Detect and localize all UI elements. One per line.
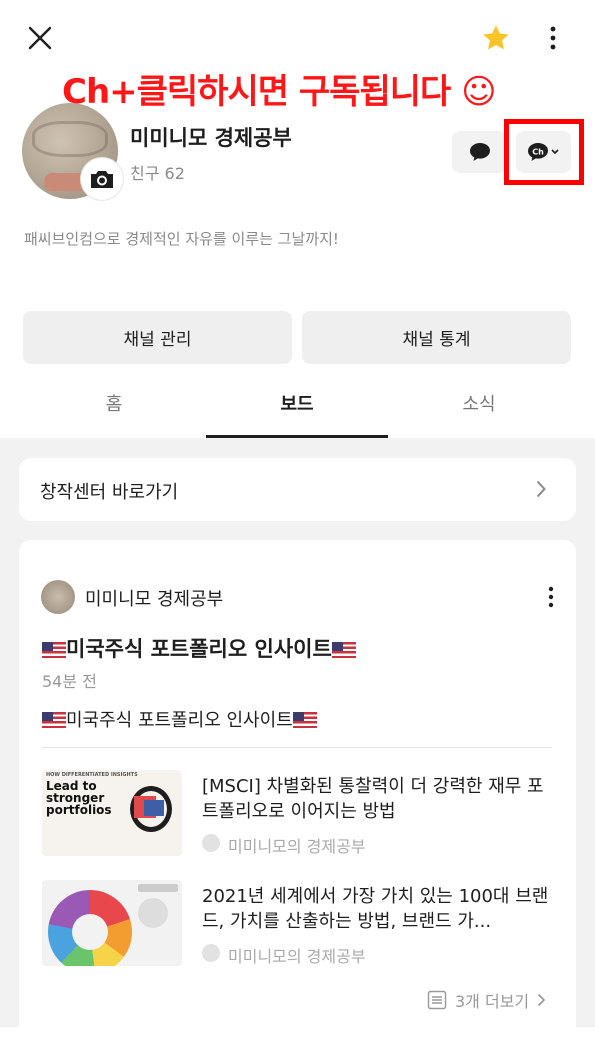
us-flag-icon [42, 642, 66, 658]
linked-article-2[interactable]: 2021년 세계에서 가장 가치 있는 100대 브랜드, 가치를 산출하는 방… [42, 880, 552, 972]
article-source: 미미니모의 경제공부 [228, 947, 366, 966]
list-icon [427, 990, 447, 1010]
chevron-right-icon [531, 478, 551, 500]
creator-center-label: 창작센터 바로가기 [40, 482, 179, 503]
post-card: 미미니모 경제공부 미국주식 포트폴리오 인사이트 54분 전 미국주식 포트폴… [19, 540, 576, 1040]
show-more-label: 3개 더보기 [455, 992, 530, 1011]
channel-stats-button[interactable]: 채널 통계 [302, 311, 571, 364]
channel-name: 미미니모 경제공부 [130, 126, 292, 150]
tab-board[interactable]: 보드 [206, 390, 388, 416]
article-thumbnail [42, 880, 182, 966]
post-body: 미국주식 포트폴리오 인사이트 [42, 706, 317, 732]
post-author: 미미니모 경제공부 [85, 589, 224, 610]
promo-overlay-text: Ch+클릭하시면 구독됩니다 ☺ [62, 72, 497, 112]
article-thumbnail: HOW DIFFERENTIATED INSIGHTS Lead to stro… [42, 770, 182, 856]
divider [42, 747, 552, 748]
post-more-icon[interactable] [541, 584, 561, 610]
post-title[interactable]: 미국주식 포트폴리오 인사이트 [42, 633, 356, 663]
chevron-right-icon [538, 993, 546, 1007]
article-title: [MSCI] 차별화된 통찰력이 더 강력한 재무 포트폴리오로 이어지는 방법 [202, 776, 544, 822]
post-time: 54분 전 [42, 672, 97, 691]
source-icon [202, 834, 220, 852]
friend-count: 친구 62 [130, 164, 185, 183]
author-avatar [41, 580, 75, 614]
camera-icon[interactable] [81, 158, 123, 200]
us-flag-icon [42, 712, 66, 728]
channel-description: 패씨브인컴으로 경제적인 자유를 이루는 그날까지! [24, 230, 339, 248]
us-flag-icon [292, 712, 317, 728]
highlight-box [504, 119, 584, 185]
chat-bubble-icon [469, 143, 490, 161]
star-icon[interactable] [478, 20, 514, 56]
tab-home[interactable]: 홈 [23, 390, 205, 416]
creator-center-link[interactable]: 창작센터 바로가기 [19, 458, 576, 521]
us-flag-icon [331, 642, 356, 658]
source-icon [202, 944, 220, 962]
close-icon[interactable] [22, 20, 58, 56]
manage-channel-button[interactable]: 채널 관리 [23, 311, 292, 364]
show-more-button[interactable]: 3개 더보기 [427, 989, 546, 1011]
article-title: 2021년 세계에서 가장 가치 있는 100대 브랜드, 가치를 산출하는 방… [202, 886, 549, 932]
tab-news[interactable]: 소식 [388, 390, 570, 416]
article-source: 미미니모의 경제공부 [228, 837, 366, 856]
more-vertical-icon[interactable] [538, 20, 568, 56]
chat-button[interactable] [452, 131, 507, 173]
linked-article-1[interactable]: HOW DIFFERENTIATED INSIGHTS Lead to stro… [42, 770, 552, 862]
